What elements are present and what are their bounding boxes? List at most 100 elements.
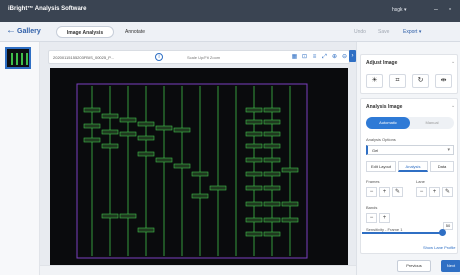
info-icon[interactable]: i	[155, 53, 163, 61]
band[interactable]	[101, 129, 119, 135]
brightness-icon[interactable]: ☀	[366, 74, 383, 88]
gallery-link[interactable]: Gallery	[17, 28, 41, 35]
band[interactable]	[101, 113, 119, 119]
sensitivity-slider-track[interactable]	[362, 232, 442, 234]
band[interactable]	[119, 117, 137, 123]
sensitivity-slider-handle[interactable]	[439, 229, 446, 236]
analysis-panel: Adjust Image ⌄ ☀ ⌗ ↻ ⇹ Analysis Image ⌄ …	[356, 42, 460, 275]
tab-image-analysis[interactable]: Image Analysis	[56, 26, 114, 38]
maximize-icon[interactable]: ▫	[446, 6, 454, 14]
band[interactable]	[263, 171, 281, 177]
thumb-lane	[26, 53, 28, 65]
band[interactable]	[191, 171, 209, 177]
remove-frame-button[interactable]: −	[366, 187, 377, 197]
collapse-panel-button[interactable]: ›	[349, 50, 356, 62]
band[interactable]	[209, 185, 227, 191]
image-thumbnail[interactable]	[5, 47, 31, 69]
band[interactable]	[137, 121, 155, 127]
previous-button[interactable]: Previous	[397, 260, 431, 272]
flip-icon[interactable]: ⇹	[435, 74, 452, 88]
minimize-icon[interactable]: –	[432, 6, 440, 14]
band[interactable]	[263, 201, 281, 207]
band[interactable]	[263, 131, 281, 137]
gel-background	[50, 68, 348, 272]
back-arrow-icon[interactable]: ←	[6, 26, 16, 36]
grid-icon[interactable]: ▦	[291, 54, 298, 61]
gel-canvas	[50, 68, 348, 272]
zoom-in-icon[interactable]: ⊕	[331, 54, 338, 61]
band[interactable]	[137, 227, 155, 233]
band[interactable]	[263, 217, 281, 223]
remove-lane-button[interactable]: −	[416, 187, 427, 197]
export-button[interactable]: Export ▾	[403, 29, 421, 35]
band[interactable]	[83, 107, 101, 113]
band[interactable]	[245, 217, 263, 223]
gel-image[interactable]	[50, 68, 348, 272]
band[interactable]	[245, 157, 263, 163]
band[interactable]	[137, 151, 155, 157]
band[interactable]	[281, 201, 299, 207]
band[interactable]	[263, 119, 281, 125]
band[interactable]	[281, 217, 299, 223]
band[interactable]	[245, 231, 263, 237]
analysis-mode-toggle[interactable]: Automatic Manual	[366, 117, 454, 129]
band[interactable]	[83, 123, 101, 129]
lock-icon[interactable]: ⊡	[301, 54, 308, 61]
band[interactable]	[245, 201, 263, 207]
band[interactable]	[101, 143, 119, 149]
chevron-down-icon[interactable]: ⌄	[451, 59, 455, 65]
chevron-down-icon: ▾	[447, 147, 450, 153]
band[interactable]	[281, 167, 299, 173]
band[interactable]	[245, 119, 263, 125]
fit-icon[interactable]: ⤢	[321, 54, 328, 61]
band[interactable]	[119, 213, 137, 219]
analysis-options-select[interactable]: Gel ▾	[366, 145, 454, 155]
tab-edit-layout[interactable]: Edit Layout	[366, 161, 396, 172]
undo-button[interactable]: Undo	[354, 29, 366, 35]
band[interactable]	[191, 193, 209, 199]
bands-label: Bands	[366, 205, 378, 210]
nav-bar: ← Gallery Image Analysis Annotate Undo S…	[0, 22, 460, 42]
zoom-out-icon[interactable]: ⊖	[341, 54, 348, 61]
remove-band-button[interactable]: −	[366, 213, 377, 223]
image-viewer: 20200115155203FBIS_00025_P... i Scale Up…	[40, 42, 356, 275]
list-icon[interactable]: ≡	[311, 54, 318, 61]
show-lane-profile-link[interactable]: Show Lane Profile	[423, 245, 455, 250]
mode-automatic[interactable]: Automatic	[366, 117, 410, 129]
band[interactable]	[263, 107, 281, 113]
band[interactable]	[245, 171, 263, 177]
band[interactable]	[245, 131, 263, 137]
user-menu[interactable]: hsgk ▾	[392, 7, 406, 13]
band[interactable]	[155, 125, 173, 131]
image-name: 20200115155203FBIS_00025_P...	[53, 55, 114, 60]
band[interactable]	[155, 157, 173, 163]
tab-data[interactable]: Data	[430, 161, 454, 172]
band[interactable]	[263, 185, 281, 191]
next-button[interactable]: Next	[441, 260, 460, 272]
band[interactable]	[245, 185, 263, 191]
crop-icon[interactable]: ⌗	[389, 74, 406, 88]
add-band-button[interactable]: +	[379, 213, 390, 223]
mode-manual[interactable]: Manual	[410, 117, 454, 129]
band[interactable]	[119, 131, 137, 137]
save-button[interactable]: Save	[378, 29, 389, 35]
band[interactable]	[245, 143, 263, 149]
chevron-down-icon[interactable]: ⌄	[451, 103, 455, 109]
tab-analysis[interactable]: Analysis	[398, 161, 428, 172]
band[interactable]	[173, 163, 191, 169]
band[interactable]	[173, 127, 191, 133]
band[interactable]	[137, 135, 155, 141]
analysis-options-label: Analysis Options	[366, 137, 396, 142]
band[interactable]	[245, 107, 263, 113]
band[interactable]	[263, 231, 281, 237]
add-lane-button[interactable]: +	[429, 187, 440, 197]
band[interactable]	[101, 213, 119, 219]
tab-annotate[interactable]: Annotate	[116, 26, 154, 38]
add-frame-button[interactable]: +	[379, 187, 390, 197]
edit-frame-icon[interactable]: ✎	[392, 187, 403, 197]
edit-lane-icon[interactable]: ✎	[442, 187, 453, 197]
band[interactable]	[83, 137, 101, 143]
rotate-icon[interactable]: ↻	[412, 74, 429, 88]
band[interactable]	[263, 143, 281, 149]
band[interactable]	[263, 157, 281, 163]
